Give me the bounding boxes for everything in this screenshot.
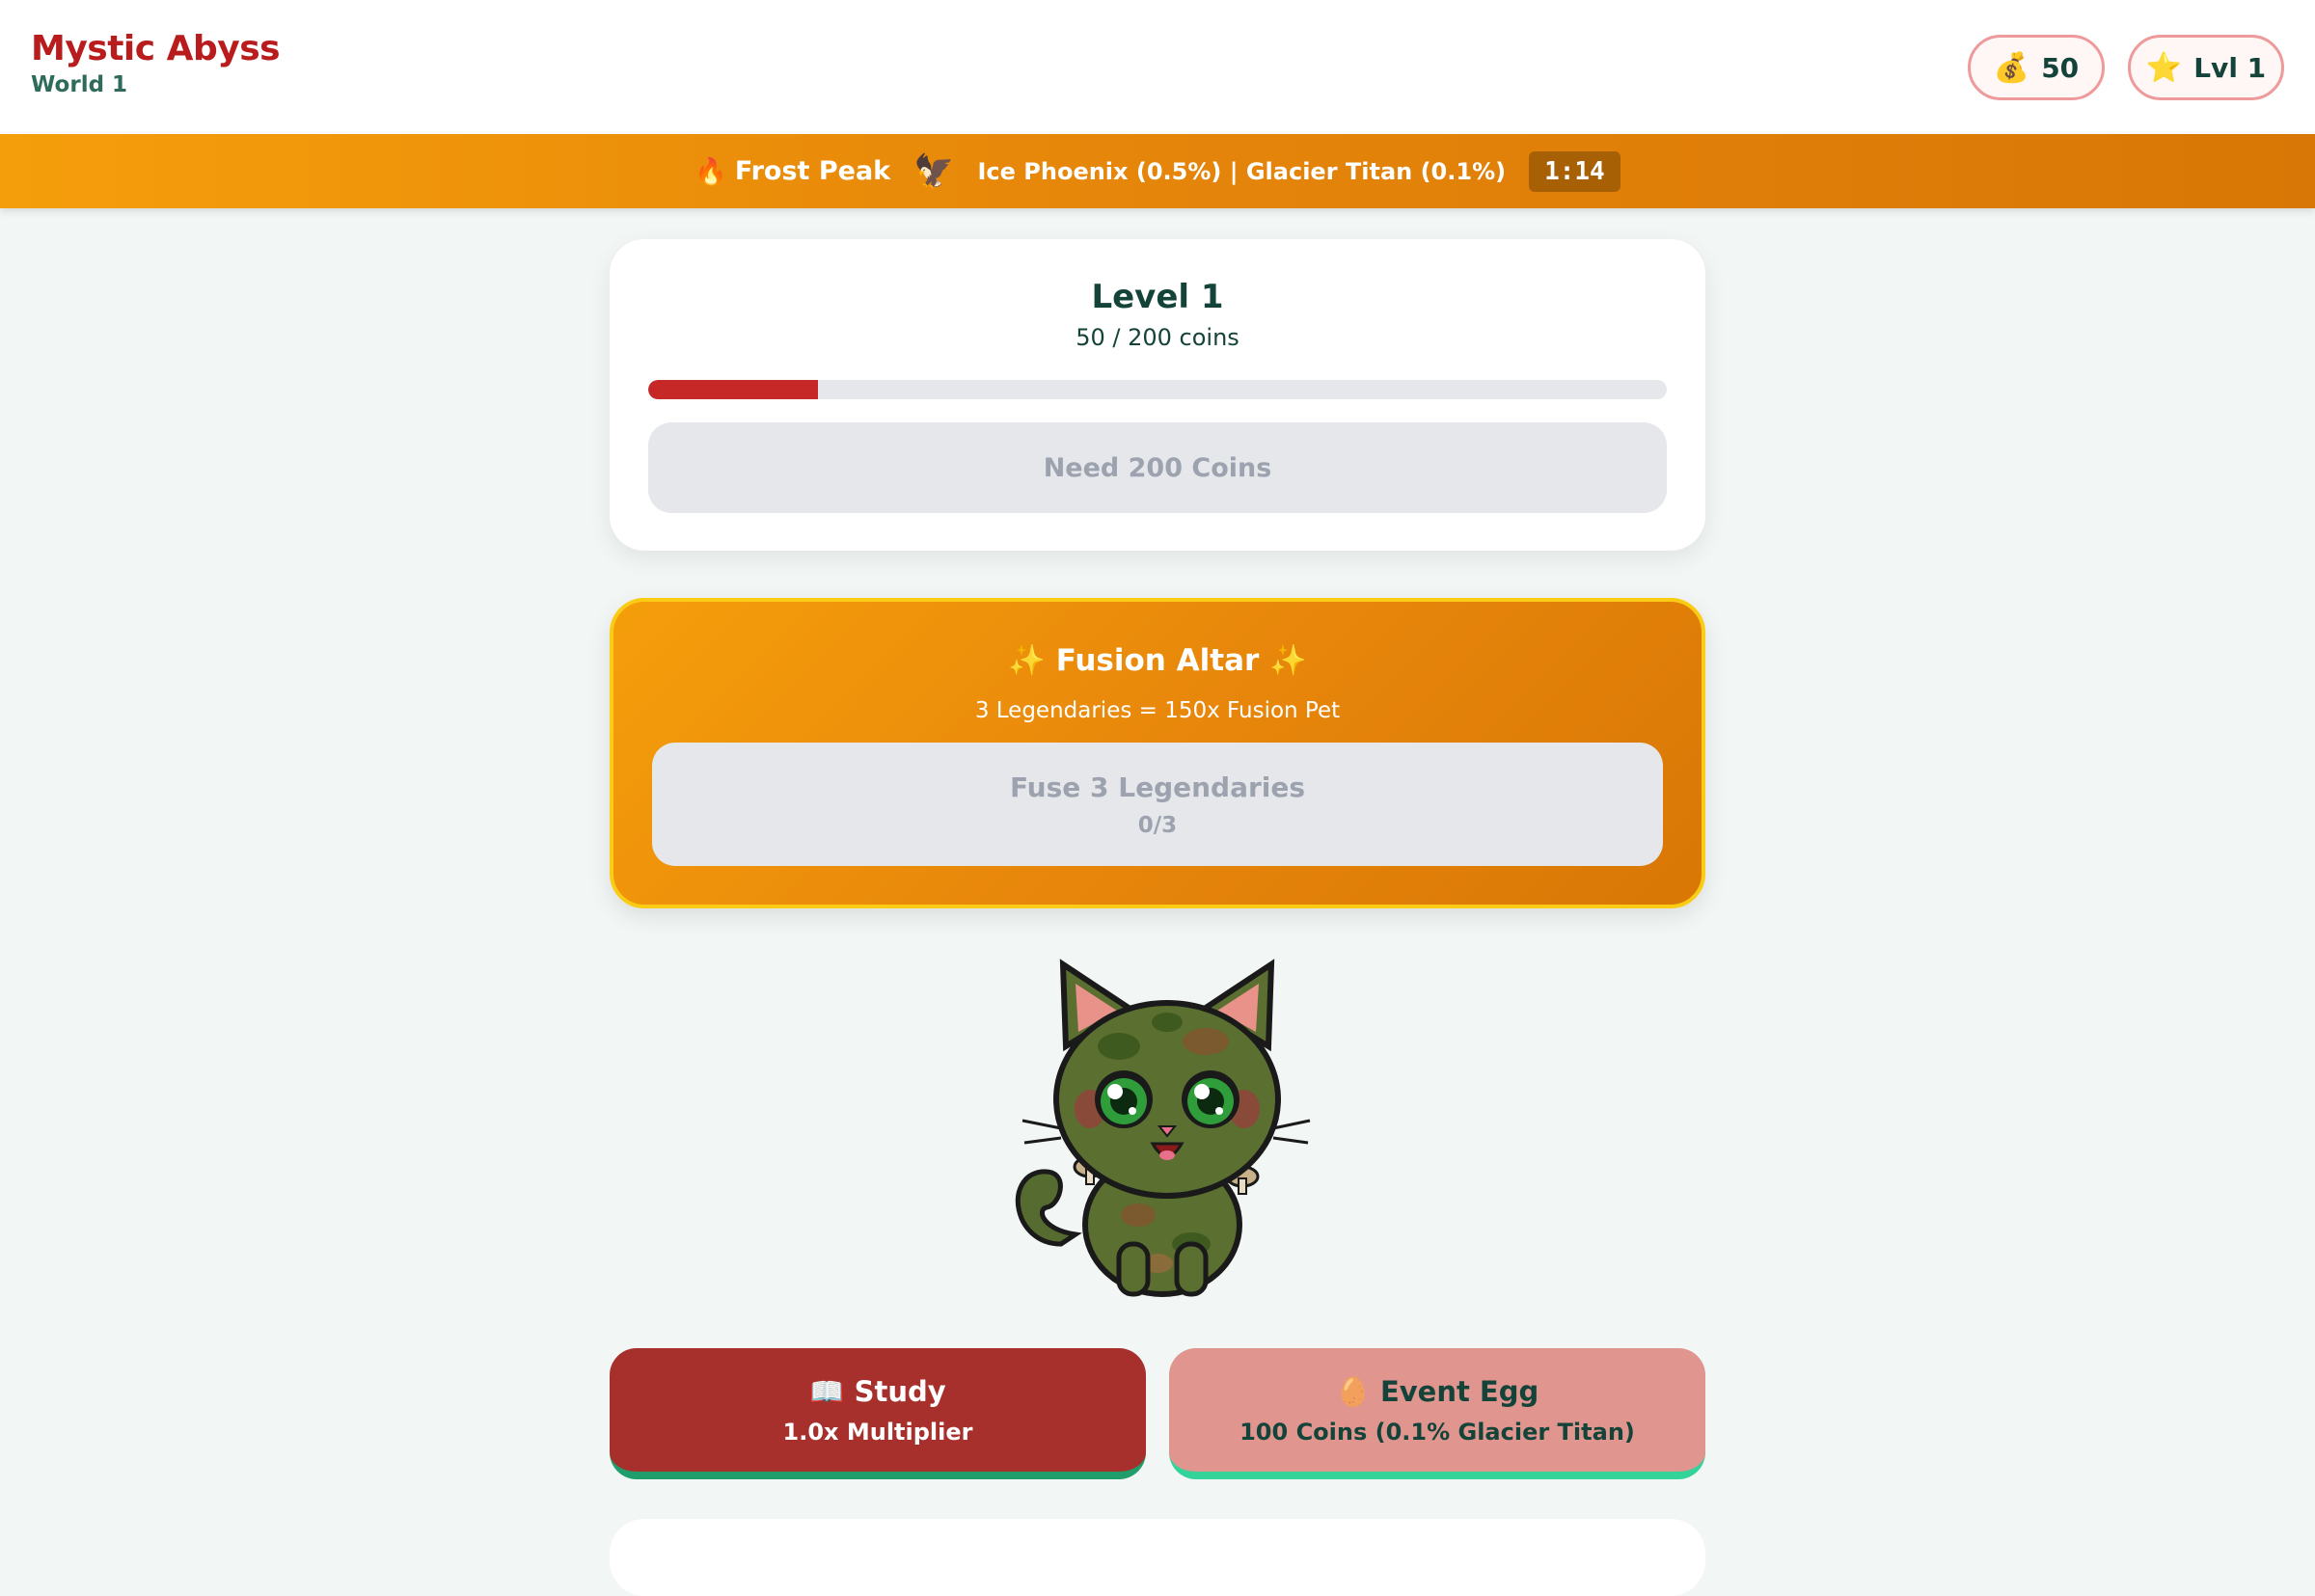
level-progress-bar <box>648 380 1667 399</box>
study-multiplier: 1.0x Multiplier <box>782 1418 973 1446</box>
event-egg-cost: 100 Coins (0.1% Glacier Titan) <box>1239 1418 1635 1446</box>
level-badge[interactable]: ⭐ Lvl 1 <box>2128 35 2284 100</box>
event-zone-name: Frost Peak <box>734 156 891 186</box>
top-bar: Mystic Abyss World 1 💰 50 ⭐ Lvl 1 <box>0 0 2315 134</box>
fusion-altar-card: ✨ Fusion Altar ✨ 3 Legendaries = 150x Fu… <box>610 598 1705 908</box>
money-bag-icon: 💰 <box>1993 50 2030 85</box>
brand: Mystic Abyss World 1 <box>31 29 281 97</box>
event-drop-rates: Ice Phoenix (0.5%) | Glacier Titan (0.1%… <box>977 157 1507 185</box>
study-title: 📖 Study <box>809 1375 945 1409</box>
event-egg-button[interactable]: 🥚 Event Egg 100 Coins (0.1% Glacier Tita… <box>1169 1348 1705 1479</box>
fuse-button[interactable]: Fuse 3 Legendaries 0/3 <box>652 743 1663 866</box>
fusion-title: ✨ Fusion Altar ✨ <box>613 642 1702 678</box>
event-egg-title: 🥚 Event Egg <box>1336 1375 1539 1409</box>
level-title: Level 1 <box>1091 278 1224 316</box>
level-progress-text: 50 / 200 coins <box>1076 324 1239 351</box>
phoenix-icon: 🦅 <box>913 151 955 191</box>
event-banner: 🔥 Frost Peak 🦅 Ice Phoenix (0.5%) | Glac… <box>0 134 2315 208</box>
book-icon: 📖 <box>809 1374 845 1408</box>
sparkles-icon: ✨ <box>1269 643 1307 678</box>
game-title: Mystic Abyss <box>31 29 281 68</box>
event-egg-label: Event Egg <box>1379 1374 1539 1408</box>
level-progress-fill <box>648 380 819 399</box>
event-zone: 🔥 Frost Peak <box>694 156 890 187</box>
level-card: Level 1 50 / 200 coins Need 200 Coins <box>610 239 1705 551</box>
level-up-button[interactable]: Need 200 Coins <box>648 422 1667 513</box>
fuse-button-label: Fuse 3 Legendaries <box>1009 771 1306 803</box>
star-icon: ⭐ <box>2145 50 2183 85</box>
level-value: Lvl 1 <box>2193 51 2267 84</box>
world-label: World 1 <box>31 72 128 97</box>
study-label: Study <box>854 1374 946 1408</box>
study-button[interactable]: 📖 Study 1.0x Multiplier <box>610 1348 1146 1479</box>
bottom-card <box>610 1519 1705 1596</box>
fusion-description: 3 Legendaries = 150x Fusion Pet <box>974 698 1341 723</box>
fusion-title-text: Fusion Altar <box>1055 643 1260 678</box>
sparkles-icon: ✨ <box>1008 643 1046 678</box>
event-timer: 1:14 <box>1529 150 1620 192</box>
coins-value: 50 <box>2041 51 2080 84</box>
egg-icon: 🥚 <box>1335 1374 1371 1408</box>
coins-badge[interactable]: 💰 50 <box>1968 35 2105 100</box>
fire-icon: 🔥 <box>694 156 727 187</box>
fuse-button-count: 0/3 <box>1137 812 1178 838</box>
pet-cat-image[interactable] <box>1003 955 1312 1302</box>
